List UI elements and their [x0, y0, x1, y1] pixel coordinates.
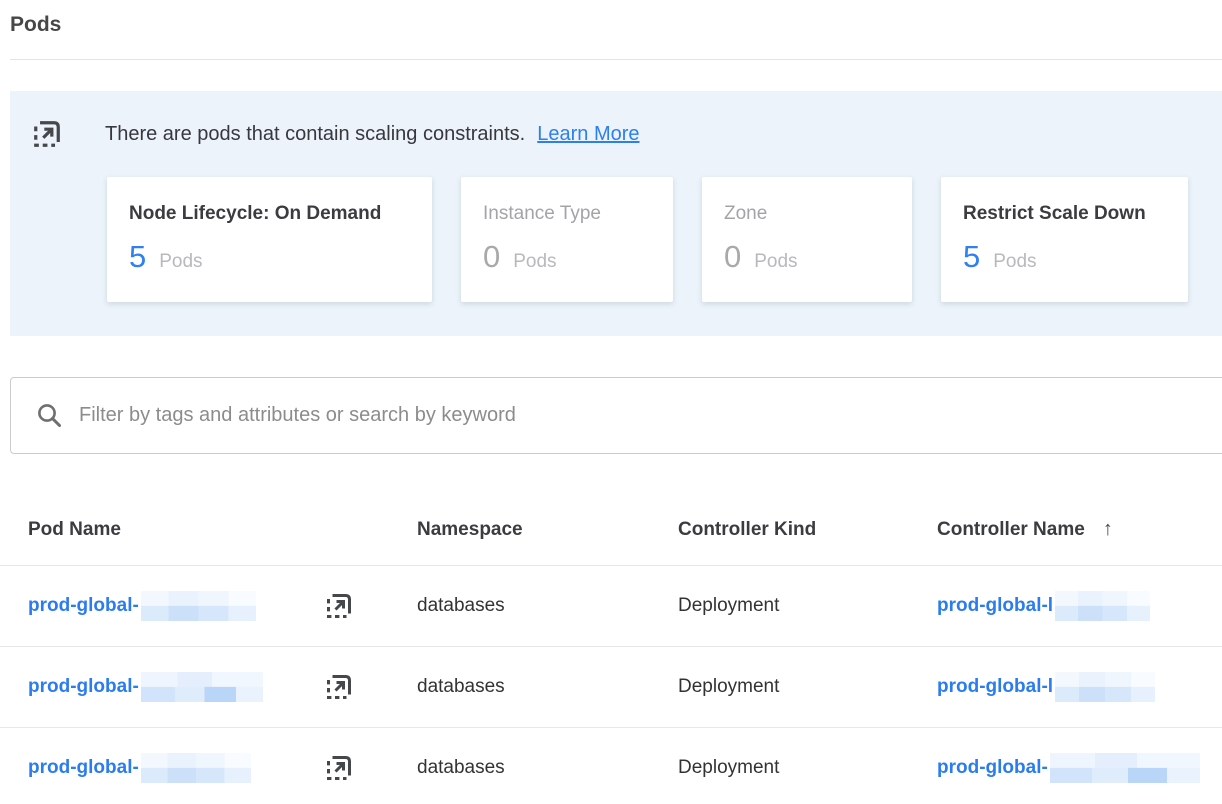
learn-more-link[interactable]: Learn More	[537, 123, 639, 146]
redacted-pod-name	[141, 753, 251, 784]
search-input[interactable]	[79, 404, 1222, 427]
heading-divider	[10, 59, 1222, 60]
sort-ascending-icon[interactable]: ↑	[1103, 518, 1113, 541]
table-row[interactable]: prod-global- databases Deployment prod-g…	[0, 728, 1222, 804]
table-row[interactable]: prod-global- databases Deployment prod-g…	[0, 566, 1222, 647]
card-count: 0	[724, 239, 741, 275]
card-node-lifecycle[interactable]: Node Lifecycle: On Demand 5 Pods	[107, 177, 432, 302]
scale-out-icon	[32, 119, 62, 149]
card-count: 0	[483, 239, 500, 275]
page-title: Pods	[10, 13, 1222, 37]
namespace-cell: databases	[417, 757, 678, 779]
redacted-controller-name	[1055, 591, 1150, 622]
pod-name-link[interactable]: prod-global-	[28, 676, 139, 698]
card-title: Node Lifecycle: On Demand	[129, 203, 410, 225]
column-header-controller-name[interactable]: Controller Name ↑	[937, 518, 1222, 541]
namespace-cell: databases	[417, 676, 678, 698]
controller-kind-cell: Deployment	[678, 595, 937, 617]
card-title: Zone	[724, 203, 890, 225]
redacted-pod-name	[141, 591, 256, 622]
pod-name-link[interactable]: prod-global-	[28, 757, 139, 779]
namespace-cell: databases	[417, 595, 678, 617]
pods-table: Pod Name Namespace Controller Kind Contr…	[0, 494, 1222, 804]
controller-name-cell: prod-global-l	[937, 591, 1222, 622]
card-unit: Pods	[513, 251, 556, 273]
pod-name-cell: prod-global-	[28, 753, 417, 784]
scaling-constraints-banner: There are pods that contain scaling cons…	[10, 91, 1222, 336]
card-instance-type[interactable]: Instance Type 0 Pods	[461, 177, 673, 302]
scale-out-icon[interactable]	[325, 592, 353, 620]
redacted-controller-name	[1050, 753, 1200, 784]
redacted-controller-name	[1055, 672, 1155, 703]
card-title: Restrict Scale Down	[963, 203, 1166, 225]
column-header-namespace[interactable]: Namespace	[417, 519, 678, 541]
controller-name-link[interactable]: prod-global-l	[937, 676, 1053, 698]
redacted-pod-name	[141, 672, 263, 703]
banner-header: There are pods that contain scaling cons…	[32, 117, 1222, 151]
pod-name-cell: prod-global-	[28, 672, 417, 703]
table-header-row: Pod Name Namespace Controller Kind Contr…	[0, 494, 1222, 566]
pod-name-link[interactable]: prod-global-	[28, 595, 139, 617]
card-unit: Pods	[754, 251, 797, 273]
controller-kind-cell: Deployment	[678, 757, 937, 779]
card-zone[interactable]: Zone 0 Pods	[702, 177, 912, 302]
filter-search-box[interactable]	[10, 377, 1222, 454]
banner-message: There are pods that contain scaling cons…	[105, 123, 525, 146]
scale-out-icon[interactable]	[325, 673, 353, 701]
search-icon	[36, 402, 63, 429]
controller-name-cell: prod-global-	[937, 753, 1222, 784]
card-unit: Pods	[159, 251, 202, 273]
card-title: Instance Type	[483, 203, 651, 225]
constraint-cards: Node Lifecycle: On Demand 5 Pods Instanc…	[107, 177, 1222, 302]
column-header-controller-kind[interactable]: Controller Kind	[678, 519, 937, 541]
card-count: 5	[963, 239, 980, 275]
card-unit: Pods	[993, 251, 1036, 273]
column-header-pod-name[interactable]: Pod Name	[28, 519, 417, 541]
controller-name-link[interactable]: prod-global-	[937, 757, 1048, 779]
scale-out-icon[interactable]	[325, 754, 353, 782]
controller-kind-cell: Deployment	[678, 676, 937, 698]
controller-name-cell: prod-global-l	[937, 672, 1222, 703]
card-count: 5	[129, 239, 146, 275]
table-row[interactable]: prod-global- databases Deployment prod-g…	[0, 647, 1222, 728]
pod-name-cell: prod-global-	[28, 591, 417, 622]
controller-name-link[interactable]: prod-global-l	[937, 595, 1053, 617]
card-restrict-scale-down[interactable]: Restrict Scale Down 5 Pods	[941, 177, 1188, 302]
